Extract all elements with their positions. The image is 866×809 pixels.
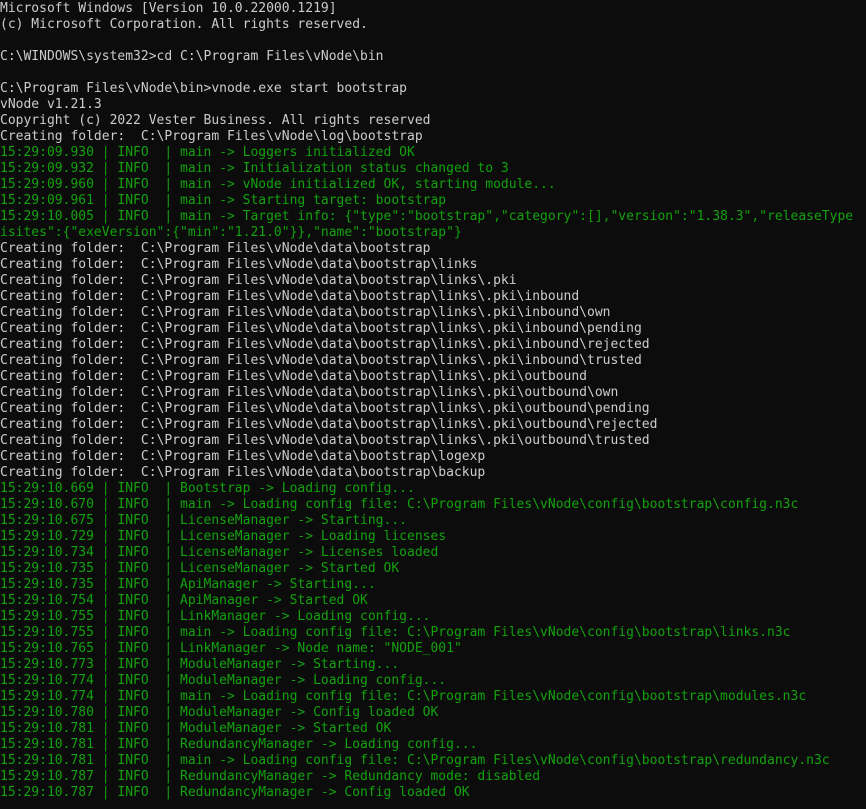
log-line: isites":{"exeVersion":{"min":"1.21.0"}},… [0,225,462,240]
log-line: 15:29:10.735 | INFO | LicenseManager -> … [0,561,400,576]
console-line: Copyright (c) 2022 Vester Business. All … [0,113,431,128]
console-line: Creating folder: C:\Program Files\vNode\… [0,257,478,272]
console-line: Creating folder: C:\Program Files\vNode\… [0,129,423,144]
log-line: 15:29:09.932 | INFO | main -> Initializa… [0,161,509,176]
log-line: 15:29:10.675 | INFO | LicenseManager -> … [0,513,407,528]
console-line: Creating folder: C:\Program Files\vNode\… [0,465,486,480]
console-line: C:\Program Files\vNode\bin>vnode.exe sta… [0,81,407,96]
console-line: vNode v1.21.3 [0,97,102,112]
log-line: 15:29:10.670 | INFO | main -> Loading co… [0,497,799,512]
console-line: Microsoft Windows [Version 10.0.22000.12… [0,1,337,16]
log-line: 15:29:10.669 | INFO | Bootstrap -> Loadi… [0,481,415,496]
log-line: 15:29:10.774 | INFO | ModuleManager -> L… [0,673,447,688]
log-line: 15:29:10.773 | INFO | ModuleManager -> S… [0,657,400,672]
log-line: 15:29:10.787 | INFO | RedundancyManager … [0,769,541,784]
log-line: 15:29:09.960 | INFO | main -> vNode init… [0,177,556,192]
log-line: 15:29:10.734 | INFO | LicenseManager -> … [0,545,439,560]
log-line: 15:29:10.781 | INFO | main -> Loading co… [0,753,830,768]
log-line: 15:29:10.754 | INFO | ApiManager -> Star… [0,593,368,608]
log-line: 15:29:10.729 | INFO | LicenseManager -> … [0,529,447,544]
log-line: 15:29:10.781 | INFO | ModuleManager -> S… [0,721,392,736]
log-line: 15:29:10.735 | INFO | ApiManager -> Star… [0,577,376,592]
log-line: 15:29:10.755 | INFO | LinkManager -> Loa… [0,609,431,624]
console-line: C:\WINDOWS\system32>cd C:\Program Files\… [0,49,384,64]
log-line: 15:29:10.787 | INFO | RedundancyManager … [0,785,470,800]
console-line: Creating folder: C:\Program Files\vNode\… [0,241,431,256]
console-line: Creating folder: C:\Program Files\vNode\… [0,369,587,384]
log-line: 15:29:10.780 | INFO | ModuleManager -> C… [0,705,439,720]
log-line: 15:29:10.774 | INFO | main -> Loading co… [0,689,807,704]
console-line: Creating folder: C:\Program Files\vNode\… [0,289,580,304]
console-line: Creating folder: C:\Program Files\vNode\… [0,337,650,352]
log-line: 15:29:10.005 | INFO | main -> Target inf… [0,209,854,224]
console-line: Creating folder: C:\Program Files\vNode\… [0,305,611,320]
console-line: Creating folder: C:\Program Files\vNode\… [0,353,642,368]
console-line: (c) Microsoft Corporation. All rights re… [0,17,368,32]
console-window[interactable]: Microsoft Windows [Version 10.0.22000.12… [0,0,866,809]
console-line: Creating folder: C:\Program Files\vNode\… [0,273,517,288]
console-line: Creating folder: C:\Program Files\vNode\… [0,417,658,432]
log-line: 15:29:10.781 | INFO | RedundancyManager … [0,737,478,752]
console-line: Creating folder: C:\Program Files\vNode\… [0,449,486,464]
log-line: 15:29:10.765 | INFO | LinkManager -> Nod… [0,641,462,656]
console-line: Creating folder: C:\Program Files\vNode\… [0,433,650,448]
console-line: Creating folder: C:\Program Files\vNode\… [0,401,650,416]
log-line: 15:29:09.930 | INFO | main -> Loggers in… [0,145,415,160]
log-line: 15:29:10.755 | INFO | main -> Loading co… [0,625,791,640]
console-line: Creating folder: C:\Program Files\vNode\… [0,385,619,400]
console-line: Creating folder: C:\Program Files\vNode\… [0,321,642,336]
log-line: 15:29:09.961 | INFO | main -> Starting t… [0,193,447,208]
